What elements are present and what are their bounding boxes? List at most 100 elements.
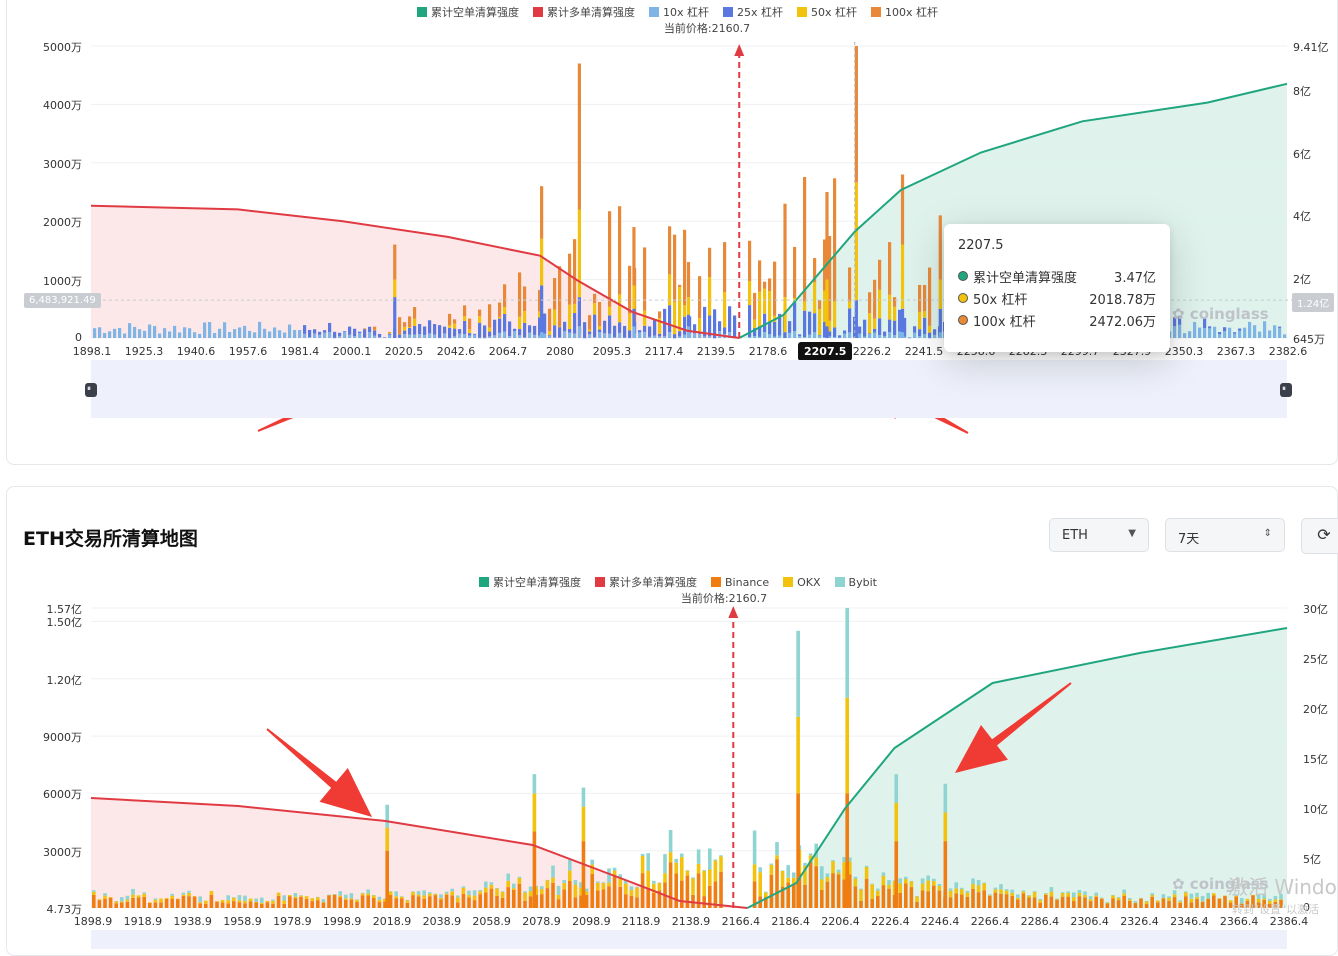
exchange-liquidation-bar [428,892,432,894]
exchange-liquidation-bar-key [796,793,800,908]
exchange-liquidation-bar [489,888,494,908]
exchange-liquidation-bar [775,859,779,908]
exchange-liquidation-bar [696,863,701,874]
exchange-liquidation-bar [668,862,673,908]
exchange-liquidation-bar [500,897,505,908]
exchange-liquidation-bar [915,895,919,897]
exchange-liquidation-bar [198,896,202,903]
exchange-liquidation-bar [355,901,359,908]
exchange-liquidation-bar-key [385,850,389,908]
chart2-zoom-slider[interactable] [91,930,1287,949]
exchange-liquidation-bar [904,876,908,880]
exchange-liquidation-bar [663,854,667,874]
exchange-liquidation-bar [887,884,891,889]
exchange-liquidation-bar [831,861,835,874]
x-tick-label: 2326.4 [1120,915,1159,928]
exchange-liquidation-bar [321,899,326,903]
exchange-liquidation-bar [209,890,214,895]
exchange-liquidation-bar [691,878,695,895]
exchange-liquidation-bar [204,900,208,904]
exchange-liquidation-bar [920,883,925,891]
exchange-liquidation-bar [523,891,527,893]
exchange-liquidation-bar [293,896,298,899]
exchange-liquidation-bar [528,896,533,908]
exchange-liquidation-bar [702,870,706,897]
exchange-liquidation-bar [377,899,382,903]
exchange-liquidation-bar [831,873,835,908]
exchange-liquidation-bar [803,884,807,908]
exchange-liquidation-bar [596,882,600,891]
exchange-liquidation-bar [215,901,219,902]
exchange-liquidation-bar [1223,895,1227,897]
exchange-liquidation-bar [271,903,275,908]
exchange-liquidation-bar [887,888,891,908]
exchange-liquidation-bar [159,902,163,908]
y-tick-label: 4.73万 [46,903,83,916]
exchange-liquidation-bar [820,866,824,880]
exchange-liquidation-bar [825,877,830,882]
exchange-liquidation-bar [170,898,174,908]
exchange-liquidation-bar [1111,895,1115,899]
exchange-liquidation-bar [556,894,561,900]
exchange-liquidation-bar [187,892,191,897]
exchange-liquidation-bar [629,886,634,891]
exchange-liquidation-bar [758,867,762,873]
exchange-liquidation-bar [187,896,191,908]
exchange-liquidation-bar [971,888,975,908]
exchange-liquidation-bar [1077,890,1082,893]
exchange-liquidation-bar [825,881,830,908]
exchange-liquidation-bar [108,897,113,908]
exchange-liquidation-bar [411,891,415,896]
exchange-liquidation-bar-key [943,812,948,842]
exchange-liquidation-bar [932,878,936,882]
x-tick-label: 2246.4 [920,915,960,928]
exchange-liquidation-bar [629,895,634,908]
exchange-liquidation-bar [92,890,96,892]
exchange-liquidation-bar [316,900,320,908]
exchange-liquidation-bar [1032,897,1037,908]
exchange-liquidation-bar [125,901,130,908]
exchange-liquidation-bar [304,896,309,899]
exchange-liquidation-bar [915,901,919,908]
exchange-liquidation-bar [556,885,561,895]
exchange-liquidation-bar [719,855,723,857]
exchange-liquidation-bar [187,890,191,893]
y2-tick-label: 5亿 [1303,853,1321,866]
exchange-liquidation-bar [226,903,230,908]
exchange-liquidation-bar [495,888,499,889]
exchange-liquidation-bar [864,865,869,867]
exchange-liquidation-bar [136,897,141,908]
exchange-liquidation-bar [775,855,779,860]
exchange-liquidation-bar [898,883,902,893]
exchange-liquidation-bar [814,866,818,908]
exchange-liquidation-bar [1189,898,1194,903]
exchange-liquidation-bar [254,898,258,902]
exchange-liquidation-bar [937,885,942,891]
exchange-liquidation-bar [444,893,449,895]
exchange-liquidation-bar-key [845,608,849,698]
exchange-liquidation-bar [859,888,863,890]
exchange-liquidation-bar [976,885,981,893]
y-tick-label: 9000万 [43,731,82,745]
exchange-liquidation-bar [310,901,314,908]
exchange-liquidation-bar [1167,896,1171,898]
exchange-liquidation-bar [265,902,270,908]
exchange-liquidation-bar [321,902,326,908]
exchange-liquidation-bar [181,895,186,908]
y-tick-label: 1.50亿 [46,616,83,630]
exchange-liquidation-bar [954,888,958,894]
exchange-liquidation-bar [635,887,639,898]
chart2-plot[interactable] [0,0,1338,949]
exchange-liquidation-bar [327,895,331,908]
exchange-liquidation-bar [288,895,292,897]
exchange-liquidation-bar [523,900,527,908]
x-tick-label: 2078.9 [522,915,561,928]
exchange-liquidation-bar [377,902,382,908]
exchange-liquidation-bar [1223,895,1227,908]
exchange-liquidation-bar [478,889,482,892]
exchange-liquidation-bar-key [894,841,899,908]
exchange-liquidation-bar [769,863,774,865]
exchange-liquidation-bar [461,893,466,908]
exchange-liquidation-bar [142,896,146,908]
exchange-liquidation-bar [1172,894,1177,898]
